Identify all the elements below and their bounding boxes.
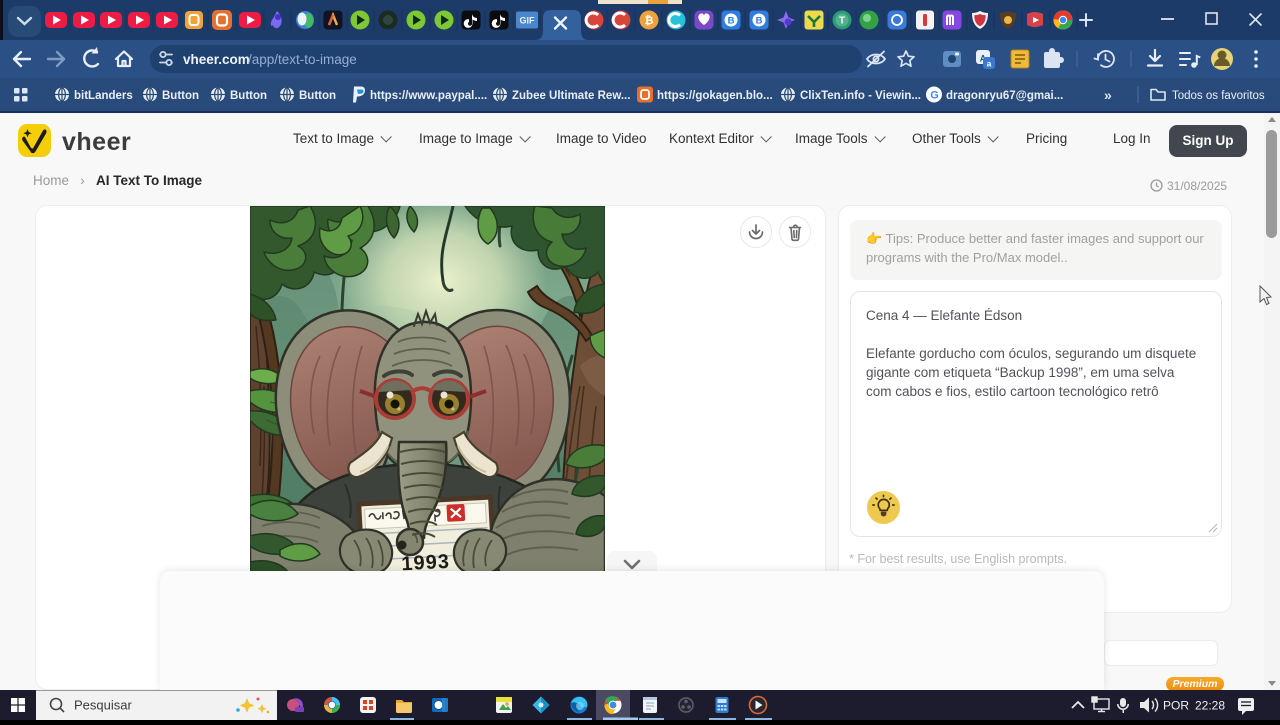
- svg-text:22:28: 22:28: [1195, 699, 1225, 713]
- svg-text:https://gokagen.blo...: https://gokagen.blo...: [657, 90, 773, 102]
- svg-text:G: G: [930, 90, 939, 102]
- svg-text:vheer.com: vheer.com: [183, 52, 250, 67]
- svg-text:/app/text-to-image: /app/text-to-image: [248, 52, 357, 67]
- svg-text:»: »: [1104, 87, 1112, 103]
- svg-text:Button: Button: [299, 90, 336, 102]
- svg-text:a: a: [987, 59, 992, 69]
- svg-text:https://www.paypal....: https://www.paypal....: [370, 90, 487, 102]
- svg-text:Zubee Ultimate Rew...: Zubee Ultimate Rew...: [512, 90, 630, 102]
- svg-text:POR: POR: [1163, 699, 1189, 713]
- svg-text:₿: ₿: [645, 15, 654, 27]
- svg-text:Button: Button: [162, 90, 199, 102]
- svg-text:Pesquisar: Pesquisar: [74, 698, 132, 713]
- svg-text:GIF: GIF: [520, 16, 536, 26]
- svg-text:B: B: [728, 15, 735, 26]
- svg-text:T: T: [839, 16, 845, 27]
- svg-text:bitLanders: bitLanders: [74, 90, 133, 102]
- svg-text:vheer: vheer: [62, 128, 131, 156]
- svg-text:dragonryu67@gmai...: dragonryu67@gmai...: [946, 90, 1063, 102]
- svg-text:Todos os favoritos: Todos os favoritos: [1172, 90, 1265, 102]
- svg-text:Button: Button: [230, 90, 267, 102]
- svg-text:ClixTen.info - Viewin...: ClixTen.info - Viewin...: [800, 90, 921, 102]
